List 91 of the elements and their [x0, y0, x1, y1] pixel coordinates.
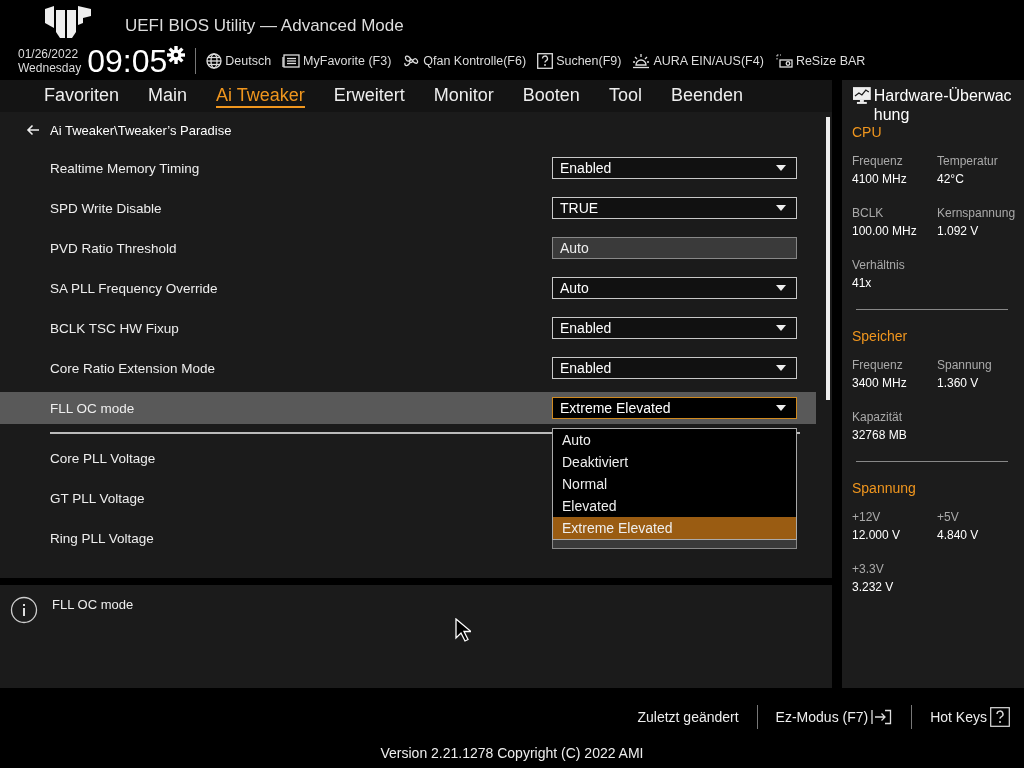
caret-icon [776, 205, 786, 211]
setting-label: Realtime Memory Timing [49, 160, 200, 176]
dropdown-option[interactable]: Normal [553, 473, 796, 495]
setting-label: GT PLL Voltage [49, 490, 145, 506]
info-icon [10, 596, 38, 624]
clock: 09:05 [87, 42, 168, 80]
globe-icon [206, 53, 223, 69]
breadcrumb: Ai Tweaker\Tweaker’s Paradise [50, 122, 232, 138]
nav-tab[interactable]: Ai Tweaker [216, 84, 305, 108]
setting-label: SPD Write Disable [49, 200, 162, 216]
setting-label: Core Ratio Extension Mode [49, 360, 216, 376]
footer-button[interactable]: Ez-Modus (F7) [775, 709, 894, 725]
caret-icon [776, 325, 786, 331]
sensor-value: 42°C [937, 172, 965, 186]
nav-tab[interactable]: Booten [522, 84, 580, 108]
setting-label: PVD Ratio Threshold [49, 240, 177, 256]
setting-label: BCLK TSC HW Fixup [49, 320, 179, 336]
nav-tab[interactable]: Beenden [670, 84, 743, 108]
toolbar-button[interactable]: Qfan Kontrolle(F6) [402, 53, 527, 69]
section-title: Speicher [852, 328, 909, 344]
dropdown[interactable]: Enabled [552, 157, 797, 179]
settings-icon[interactable] [167, 46, 186, 64]
dropdown[interactable]: Auto [552, 277, 797, 299]
nav-tab[interactable]: Main [148, 84, 188, 108]
exit-icon [871, 709, 894, 725]
sensor-label: +3.3V [852, 562, 885, 576]
setting-label: FLL OC mode [49, 400, 135, 416]
sensor-label: Temperatur [937, 154, 999, 168]
question-icon [990, 707, 1010, 727]
sensor-label: BCLK [852, 206, 885, 220]
setting-label: Core PLL Voltage [49, 450, 156, 466]
sensor-value: 1.360 V [937, 376, 980, 390]
caret-icon [776, 285, 786, 291]
sensor-label: Spannung [937, 358, 993, 372]
sensor-label: Kernspannung [937, 206, 1017, 220]
nav-tab[interactable]: Monitor [433, 84, 494, 108]
toolbar-button[interactable]: Deutsch [206, 53, 272, 69]
toolbar-button[interactable]: Suchen(F9) [537, 53, 622, 69]
list-icon [282, 54, 301, 68]
dropdown[interactable]: Enabled [552, 357, 797, 379]
sensor-label: Kapazität [852, 410, 904, 424]
dropdown-option[interactable]: Deaktiviert [553, 451, 796, 473]
sensor-value: 100.00 MHz [852, 224, 918, 238]
caret-icon [776, 365, 786, 371]
window-title: UEFI BIOS Utility — Advanced Mode [125, 15, 404, 36]
dropdown-option[interactable]: Auto [553, 429, 796, 451]
mouse-pointer-icon [455, 618, 471, 642]
back-arrow-icon [26, 124, 40, 136]
monitor-icon [852, 86, 872, 105]
sensor-label: +5V [937, 510, 960, 524]
logo-icon [45, 6, 91, 38]
footer-button[interactable]: Hot Keys [930, 707, 1010, 727]
dropdown[interactable]: TRUE [552, 197, 797, 219]
toolbar-button[interactable]: MyFavorite (F3) [282, 54, 392, 68]
help-text: FLL OC mode [52, 596, 134, 612]
footer-button[interactable]: Zuletzt geändert [637, 709, 739, 725]
fan-icon [402, 53, 421, 69]
sensor-value: 12.000 V [852, 528, 902, 542]
setting-label: SA PLL Frequency Override [49, 280, 218, 296]
sensor-label: +12V [852, 510, 882, 524]
nav-tab[interactable]: Erweitert [333, 84, 405, 108]
sensor-value: 32768 MB [852, 428, 908, 442]
sensor-value: 1.092 V [937, 224, 980, 238]
lamp-icon [632, 53, 651, 69]
sensor-label: Verhältnis [852, 258, 906, 272]
nav-tab[interactable]: Tool [608, 84, 642, 108]
card-icon [774, 53, 793, 69]
sensor-value: 3400 MHz [852, 376, 908, 390]
sensor-label: Frequenz [852, 358, 904, 372]
section-title: Spannung [852, 480, 917, 496]
dropdown[interactable]: Enabled [552, 317, 797, 339]
weekday: Wednesday [18, 61, 82, 75]
sensor-value: 4.840 V [937, 528, 980, 542]
sensor-label: Frequenz [852, 154, 904, 168]
sensor-value: 3.232 V [852, 580, 895, 594]
dropdown-option[interactable]: Extreme Elevated [553, 517, 796, 539]
section-title: CPU [852, 124, 883, 140]
caret-icon [776, 405, 786, 411]
caret-icon [776, 165, 786, 171]
dropdown-option[interactable]: Elevated [553, 495, 796, 517]
nav-tab[interactable]: Favoriten [44, 84, 120, 108]
version-text: Version 2.21.1278 Copyright (C) 2022 AMI [379, 746, 645, 760]
date: 01/26/2022 [18, 47, 80, 61]
scrollbar[interactable] [826, 117, 830, 400]
dropdown[interactable]: Extreme Elevated [552, 397, 797, 419]
toolbar-button[interactable]: ReSize BAR [774, 53, 866, 69]
panel-title: Hardware-Überwachung [873, 86, 1013, 124]
question-icon [537, 53, 554, 69]
sensor-value: 4100 MHz [852, 172, 908, 186]
sensor-value: 41x [852, 276, 873, 290]
toolbar-button[interactable]: AURA EIN/AUS(F4) [632, 53, 764, 69]
